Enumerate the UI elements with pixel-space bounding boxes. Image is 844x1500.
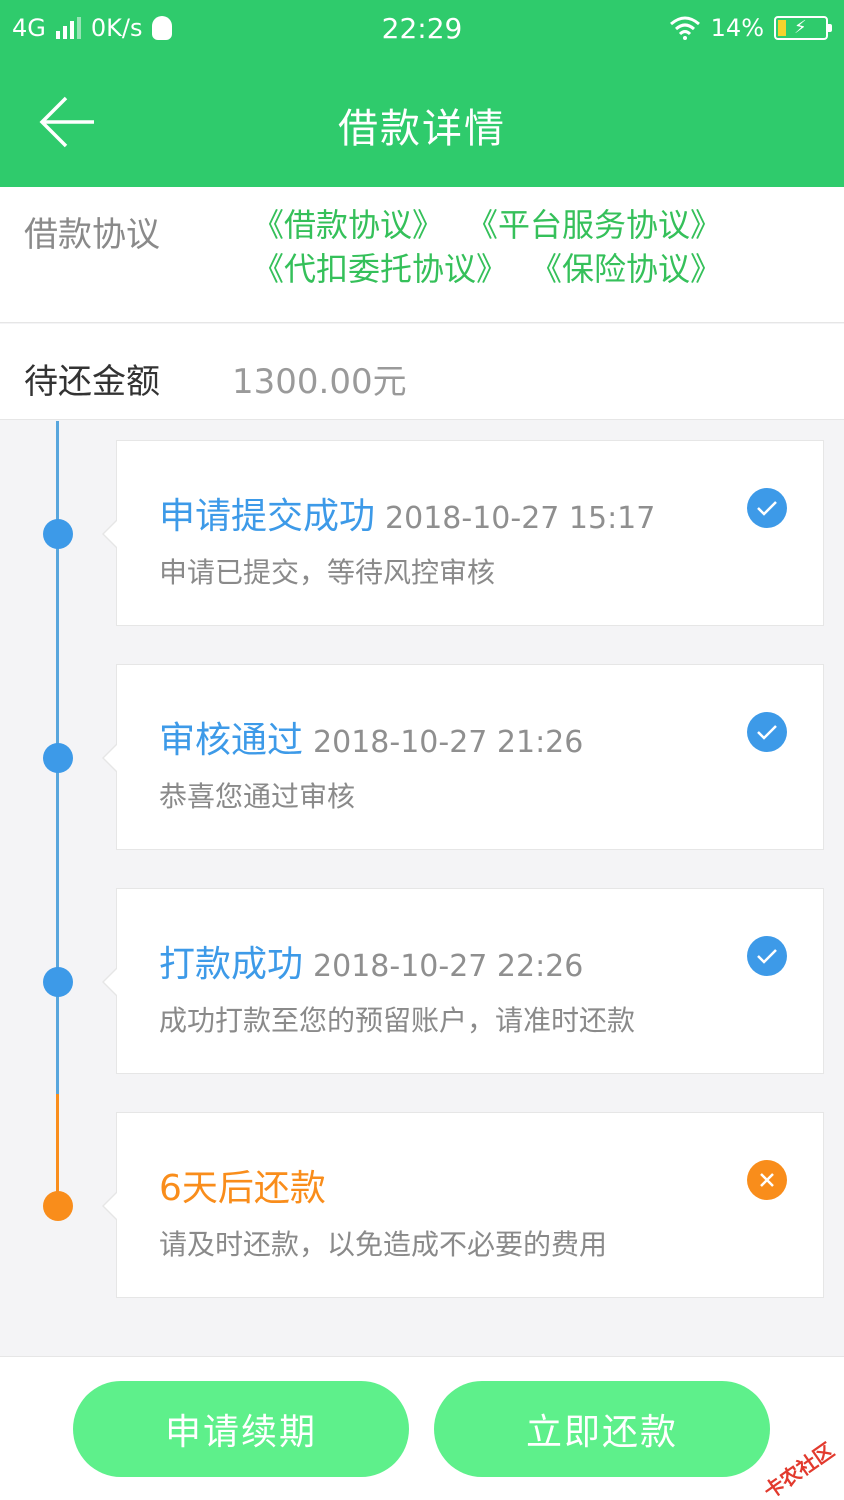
timeline-card: 申请提交成功 2018-10-27 15:17 申请已提交，等待风控审核	[102, 440, 824, 626]
wifi-icon	[669, 16, 700, 40]
timeline-dot-pending	[43, 1191, 73, 1221]
step-date: 2018-10-27 21:26	[313, 725, 584, 760]
amount-value: 1300.00元	[232, 362, 407, 402]
timeline-card: 审核通过 2018-10-27 21:26 恭喜您通过审核	[102, 664, 824, 850]
step-desc: 请及时还款，以免造成不必要的费用	[159, 1228, 608, 1261]
check-circle-icon	[747, 936, 787, 976]
status-bar: 4G 0K/s 22:29 14% ⚡	[0, 0, 844, 60]
step-desc: 恭喜您通过审核	[159, 780, 356, 813]
amount-label: 待还金额	[24, 362, 160, 402]
agreement-links: 《借款协议》 《平台服务协议》 《代扣委托协议》 《保险协议》	[252, 203, 832, 291]
check-circle-icon	[747, 712, 787, 752]
step-title: 打款成功	[159, 944, 304, 985]
step-title: 申请提交成功	[159, 496, 376, 537]
step-date: 2018-10-27 22:26	[313, 949, 584, 984]
insurance-agreement-link[interactable]: 《保险协议》	[530, 247, 722, 291]
app-header: 4G 0K/s 22:29 14% ⚡ 借款详情	[0, 0, 844, 187]
step-desc: 成功打款至您的预留账户，请准时还款	[159, 1004, 636, 1037]
platform-service-agreement-link[interactable]: 《平台服务协议》	[466, 203, 722, 247]
watermark-logo: 卡农社区	[759, 1437, 839, 1500]
step-desc: 申请已提交，等待风控审核	[159, 556, 496, 589]
agreement-row: 借款协议 《借款协议》 《平台服务协议》 《代扣委托协议》 《保险协议》	[0, 187, 844, 323]
step-date: 2018-10-27 15:17	[385, 501, 656, 536]
page-title: 借款详情	[338, 106, 506, 152]
timeline-dot	[43, 743, 73, 773]
timeline-line-pending	[56, 1094, 59, 1206]
loan-timeline: 申请提交成功 2018-10-27 15:17 申请已提交，等待风控审核 审核通过…	[0, 421, 844, 1356]
step-title: 审核通过	[159, 720, 304, 761]
battery-icon: ⚡	[774, 16, 832, 40]
repay-now-button[interactable]: 立即还款	[434, 1381, 770, 1477]
battery-percent: 14%	[710, 14, 764, 42]
timeline-card-pending: 6天后还款 请及时还款，以免造成不必要的费用	[102, 1112, 824, 1298]
close-circle-icon	[747, 1160, 787, 1200]
loan-agreement-link[interactable]: 《借款协议》	[252, 203, 444, 247]
step-title: 6天后还款	[159, 1168, 326, 1209]
timeline-dot	[43, 967, 73, 997]
withholding-agreement-link[interactable]: 《代扣委托协议》	[252, 247, 508, 291]
timeline-dot	[43, 519, 73, 549]
amount-row: 待还金额 1300.00元	[0, 324, 844, 420]
agreement-label: 借款协议	[24, 215, 160, 255]
check-circle-icon	[747, 488, 787, 528]
timeline-card: 打款成功 2018-10-27 22:26 成功打款至您的预留账户，请准时还款	[102, 888, 824, 1074]
renew-button[interactable]: 申请续期	[73, 1381, 409, 1477]
bottom-action-bar: 申请续期 立即还款 卡农社区	[0, 1356, 844, 1500]
